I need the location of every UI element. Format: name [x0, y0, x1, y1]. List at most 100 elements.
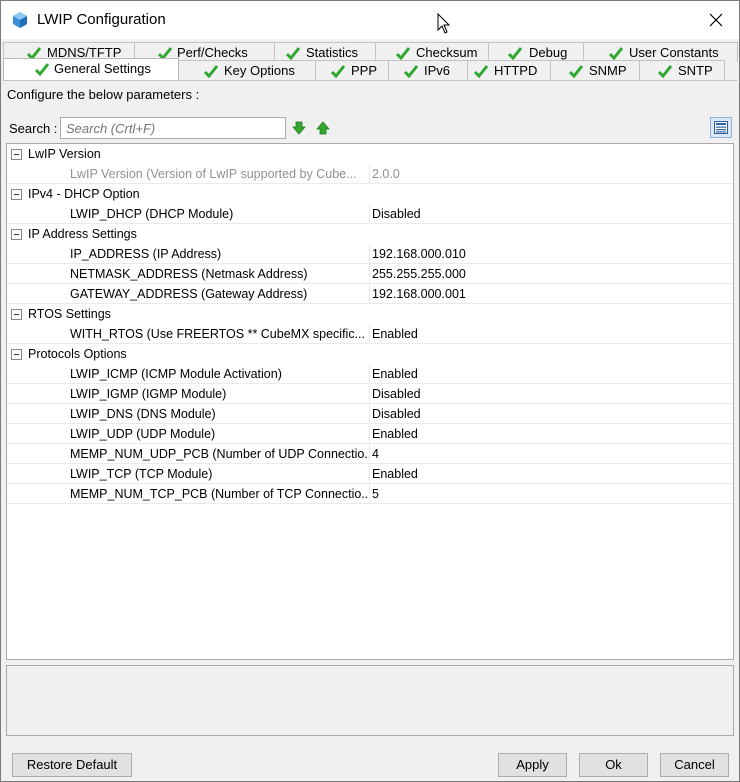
tab-statistics[interactable]: Statistics [274, 42, 376, 62]
check-icon [608, 47, 624, 61]
collapse-toggle-icon[interactable] [11, 149, 22, 160]
param-value[interactable]: 255.255.255.000 [372, 264, 466, 284]
cube-app-icon [13, 12, 27, 28]
search-input[interactable] [60, 117, 286, 139]
column-divider [369, 424, 370, 444]
tab-label: SNTP [678, 63, 713, 78]
param-name: LWIP_TCP (TCP Module) [70, 467, 213, 481]
column-divider [369, 404, 370, 424]
tab-label: Key Options [224, 63, 295, 78]
param-value[interactable]: Disabled [372, 404, 421, 424]
param-row[interactable]: LWIP_ICMP (ICMP Module Activation) Enabl… [7, 364, 733, 384]
tab-general-settings[interactable]: General Settings [3, 58, 179, 80]
param-name: LWIP_IGMP (IGMP Module) [70, 387, 227, 401]
param-name: LWIP_DHCP (DHCP Module) [70, 207, 234, 221]
check-icon [395, 47, 411, 61]
param-row[interactable]: MEMP_NUM_TCP_PCB (Number of TCP Connecti… [7, 484, 733, 504]
param-row[interactable]: MEMP_NUM_UDP_PCB (Number of UDP Connecti… [7, 444, 733, 464]
column-divider [369, 364, 370, 384]
param-row[interactable]: LwIP Version (Version of LwIP supported … [7, 164, 733, 184]
group-ipv4-dhcp-option[interactable]: IPv4 - DHCP Option [7, 184, 733, 204]
param-name: WITH_RTOS (Use FREERTOS ** CubeMX specif… [70, 327, 365, 341]
column-divider [369, 164, 370, 184]
description-panel [6, 665, 734, 736]
param-row[interactable]: LWIP_DNS (DNS Module) Disabled [7, 404, 733, 424]
param-row[interactable]: WITH_RTOS (Use FREERTOS ** CubeMX specif… [7, 324, 733, 344]
param-value[interactable]: 192.168.000.010 [372, 244, 466, 264]
param-value[interactable]: Enabled [372, 324, 418, 344]
find-previous-arrow-up-icon[interactable] [315, 120, 331, 136]
column-divider [369, 444, 370, 464]
group-name: IP Address Settings [28, 227, 137, 241]
collapse-toggle-icon[interactable] [11, 229, 22, 240]
tab-debug[interactable]: Debug [488, 42, 584, 62]
search-label: Search : [9, 121, 58, 136]
tab-label: HTTPD [494, 63, 538, 78]
param-value: 2.0.0 [372, 167, 400, 181]
param-value[interactable]: 192.168.000.001 [372, 284, 466, 304]
close-icon [709, 13, 723, 27]
tab-sntp[interactable]: SNTP [639, 60, 725, 80]
check-icon [507, 47, 523, 61]
tab-user-constants[interactable]: User Constants [583, 42, 738, 62]
column-divider [369, 324, 370, 344]
tab-label: PPP [351, 63, 378, 78]
param-row[interactable]: LWIP_IGMP (IGMP Module) Disabled [7, 384, 733, 404]
tab-ipv6[interactable]: IPv6 [388, 60, 468, 80]
tab-httpd[interactable]: HTTPD [467, 60, 551, 80]
tab-label: General Settings [54, 61, 151, 76]
group-name: IPv4 - DHCP Option [28, 187, 140, 201]
param-value[interactable]: Enabled [372, 424, 418, 444]
apply-button[interactable]: Apply [498, 753, 567, 777]
group-lwip-version[interactable]: LwIP Version [7, 144, 733, 164]
param-value[interactable]: 5 [372, 484, 379, 504]
param-name: MEMP_NUM_UDP_PCB (Number of UDP Connecti… [70, 447, 370, 461]
collapse-toggle-icon[interactable] [11, 349, 22, 360]
param-row[interactable]: IP_ADDRESS (IP Address) 192.168.000.010 [7, 244, 733, 264]
param-name: LwIP Version (Version of LwIP supported … [70, 167, 357, 181]
param-row[interactable]: LWIP_UDP (UDP Module) Enabled [7, 424, 733, 444]
parameter-tree: LwIP Version LwIP Version (Version of Lw… [6, 143, 734, 660]
column-divider [369, 284, 370, 304]
tab-key-options[interactable]: Key Options [178, 60, 316, 80]
list-view-icon [714, 121, 728, 134]
param-value[interactable]: Enabled [372, 464, 418, 484]
group-rtos-settings[interactable]: RTOS Settings [7, 304, 733, 324]
collapse-toggle-icon[interactable] [11, 309, 22, 320]
param-row[interactable]: NETMASK_ADDRESS (Netmask Address) 255.25… [7, 264, 733, 284]
column-divider [369, 264, 370, 284]
tab-label: SNMP [589, 63, 627, 78]
lwip-configuration-window: LWIP Configuration MDNS/TFTP Perf/Checks… [0, 0, 740, 782]
param-value[interactable]: 4 [372, 444, 379, 464]
check-icon [203, 65, 219, 79]
param-name: LWIP_UDP (UDP Module) [70, 427, 216, 441]
group-protocols-options[interactable]: Protocols Options [7, 344, 733, 364]
restore-default-button[interactable]: Restore Default [12, 753, 132, 777]
check-icon [473, 65, 489, 79]
group-name: Protocols Options [28, 347, 127, 361]
cancel-button[interactable]: Cancel [660, 753, 729, 777]
list-view-toggle-button[interactable] [710, 117, 732, 138]
param-row[interactable]: LWIP_TCP (TCP Module) Enabled [7, 464, 733, 484]
column-divider [369, 244, 370, 264]
tab-ppp[interactable]: PPP [315, 60, 389, 80]
tab-checksum[interactable]: Checksum [375, 42, 489, 62]
param-row[interactable]: LWIP_DHCP (DHCP Module) Disabled [7, 204, 733, 224]
param-value[interactable]: Disabled [372, 204, 421, 224]
param-value[interactable]: Disabled [372, 384, 421, 404]
find-next-arrow-down-icon[interactable] [291, 120, 307, 136]
column-divider [369, 384, 370, 404]
group-ip-address-settings[interactable]: IP Address Settings [7, 224, 733, 244]
collapse-toggle-icon[interactable] [11, 189, 22, 200]
close-button[interactable] [693, 1, 739, 39]
ok-button[interactable]: Ok [579, 753, 648, 777]
param-row[interactable]: GATEWAY_ADDRESS (Gateway Address) 192.16… [7, 284, 733, 304]
title-bar: LWIP Configuration [1, 1, 739, 39]
window-title: LWIP Configuration [37, 11, 166, 28]
group-name: LwIP Version [28, 147, 101, 161]
param-name: LWIP_DNS (DNS Module) [70, 407, 216, 421]
tab-row-2: General Settings Key Options PPP IPv6 HT… [3, 58, 725, 80]
param-value[interactable]: Enabled [372, 364, 418, 384]
tab-snmp[interactable]: SNMP [550, 60, 640, 80]
tab-label: IPv6 [424, 63, 451, 78]
